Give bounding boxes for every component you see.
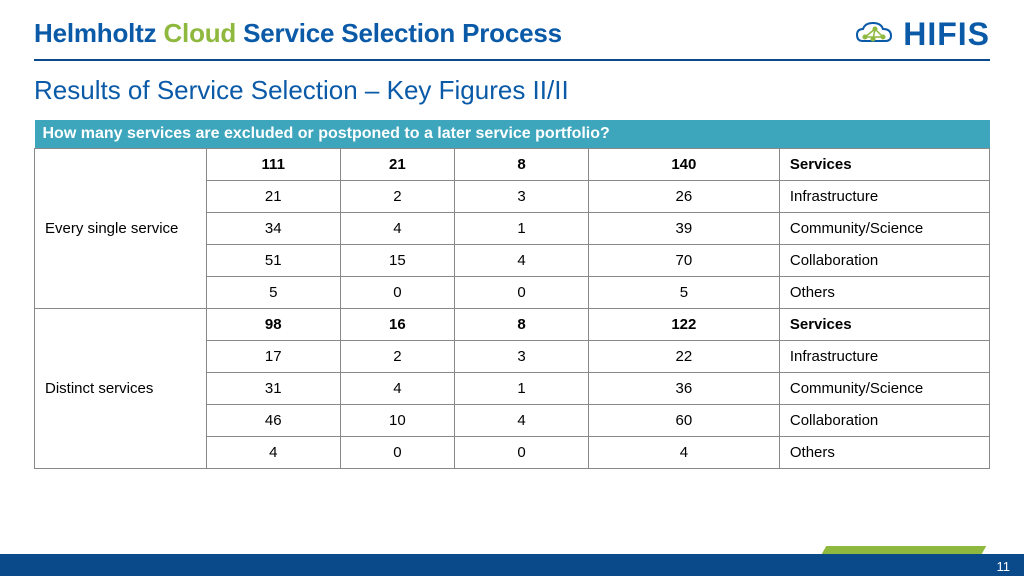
header: Helmholtz Cloud Service Selection Proces… xyxy=(34,18,990,61)
cell-c2: 2 xyxy=(340,341,455,373)
cell-c4: 70 xyxy=(588,245,779,277)
data-table: How many services are excluded or postpo… xyxy=(34,120,990,469)
cell-c4: 39 xyxy=(588,213,779,245)
cell-c2: 21 xyxy=(340,149,455,181)
group-head: Distinct services xyxy=(35,309,207,469)
cell-c3: 1 xyxy=(455,213,589,245)
table-question: How many services are excluded or postpo… xyxy=(35,120,990,149)
cell-c3: 3 xyxy=(455,181,589,213)
cell-c3: 3 xyxy=(455,341,589,373)
cell-c3: 4 xyxy=(455,405,589,437)
page-number: 11 xyxy=(997,559,1011,574)
table-row: Distinct services98168122Services xyxy=(35,309,990,341)
table-row: Every single service111218140Services xyxy=(35,149,990,181)
cell-category: Collaboration xyxy=(779,405,989,437)
footer-bar: 11 xyxy=(0,554,1024,576)
group-head: Every single service xyxy=(35,149,207,309)
cell-c1: 51 xyxy=(206,245,340,277)
cell-c3: 8 xyxy=(455,309,589,341)
cell-category: Collaboration xyxy=(779,245,989,277)
cell-category: Infrastructure xyxy=(779,341,989,373)
logo: HIFIS xyxy=(853,16,990,53)
cell-category: Others xyxy=(779,437,989,469)
cell-c4: 26 xyxy=(588,181,779,213)
cell-c2: 0 xyxy=(340,277,455,309)
cell-c1: 111 xyxy=(206,149,340,181)
cell-c3: 8 xyxy=(455,149,589,181)
cell-c2: 15 xyxy=(340,245,455,277)
cell-c2: 4 xyxy=(340,213,455,245)
title-word-1: Helmholtz xyxy=(34,18,156,48)
cell-c1: 5 xyxy=(206,277,340,309)
cell-c4: 60 xyxy=(588,405,779,437)
title-word-3: Service Selection Process xyxy=(243,18,562,48)
cell-c1: 46 xyxy=(206,405,340,437)
page-title: Helmholtz Cloud Service Selection Proces… xyxy=(34,18,562,49)
cell-c2: 4 xyxy=(340,373,455,405)
cloud-network-icon xyxy=(853,19,897,51)
cell-c4: 5 xyxy=(588,277,779,309)
slide: Helmholtz Cloud Service Selection Proces… xyxy=(0,0,1024,576)
cell-c3: 0 xyxy=(455,437,589,469)
cell-category: Services xyxy=(779,309,989,341)
cell-c4: 4 xyxy=(588,437,779,469)
title-word-2: Cloud xyxy=(163,18,236,48)
cell-category: Community/Science xyxy=(779,213,989,245)
cell-c1: 21 xyxy=(206,181,340,213)
cell-c1: 17 xyxy=(206,341,340,373)
cell-c2: 16 xyxy=(340,309,455,341)
cell-c2: 10 xyxy=(340,405,455,437)
cell-c4: 22 xyxy=(588,341,779,373)
cell-c4: 140 xyxy=(588,149,779,181)
cell-category: Community/Science xyxy=(779,373,989,405)
cell-c1: 4 xyxy=(206,437,340,469)
cell-c1: 31 xyxy=(206,373,340,405)
cell-c2: 2 xyxy=(340,181,455,213)
cell-category: Infrastructure xyxy=(779,181,989,213)
cell-category: Services xyxy=(779,149,989,181)
logo-text: HIFIS xyxy=(903,16,990,53)
table-question-row: How many services are excluded or postpo… xyxy=(35,120,990,149)
cell-c3: 1 xyxy=(455,373,589,405)
cell-c4: 122 xyxy=(588,309,779,341)
cell-c1: 34 xyxy=(206,213,340,245)
cell-c2: 0 xyxy=(340,437,455,469)
cell-c1: 98 xyxy=(206,309,340,341)
cell-c4: 36 xyxy=(588,373,779,405)
cell-c3: 4 xyxy=(455,245,589,277)
cell-category: Others xyxy=(779,277,989,309)
cell-c3: 0 xyxy=(455,277,589,309)
footer-accent xyxy=(822,546,987,554)
subtitle: Results of Service Selection – Key Figur… xyxy=(34,75,990,106)
